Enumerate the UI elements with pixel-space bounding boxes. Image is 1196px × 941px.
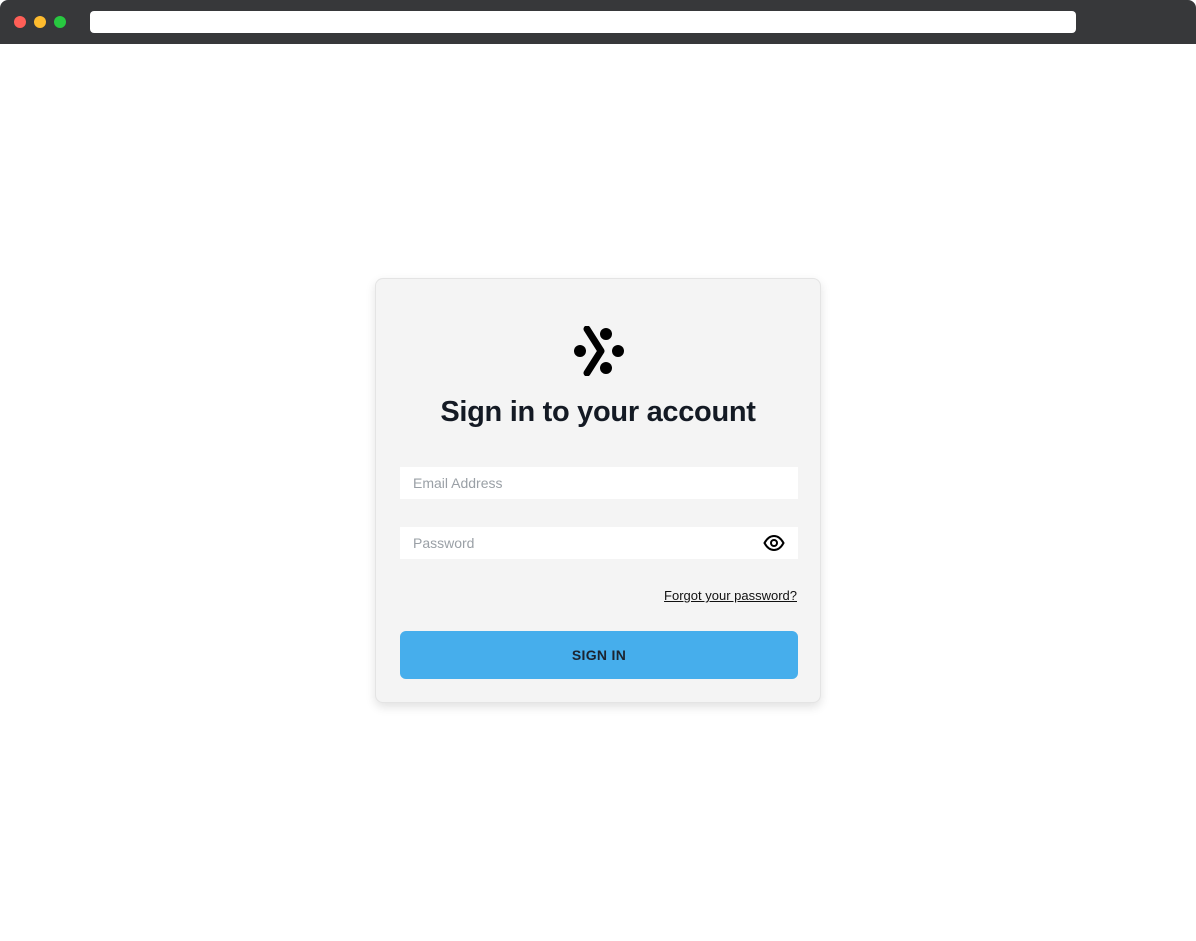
login-card: Sign in to your account Forgot your pass… [375,278,821,703]
email-field-wrapper [400,467,798,499]
forgot-password-link[interactable]: Forgot your password? [664,588,797,603]
email-field[interactable] [400,467,798,499]
sign-in-button[interactable]: SIGN IN [400,631,798,679]
brand-logo-icon [574,326,624,376]
page-title: Sign in to your account [440,396,756,428]
close-window-button[interactable] [14,16,26,28]
page-viewport: Sign in to your account Forgot your pass… [0,44,1196,941]
maximize-window-button[interactable] [54,16,66,28]
address-bar[interactable] [90,11,1076,33]
browser-chrome [0,0,1196,44]
password-field-wrapper [400,527,798,559]
password-field[interactable] [400,527,798,559]
eye-icon[interactable] [762,532,786,554]
minimize-window-button[interactable] [34,16,46,28]
